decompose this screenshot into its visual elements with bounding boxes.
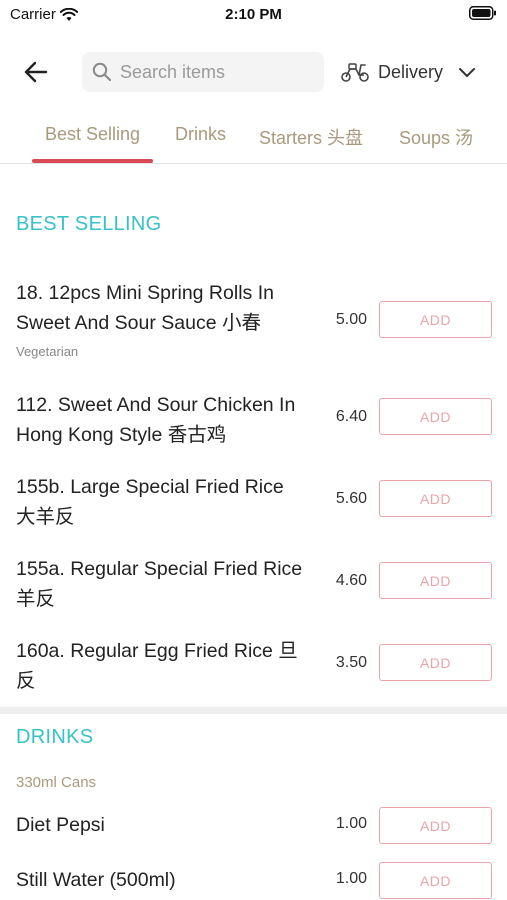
- delivery-selector[interactable]: Delivery: [340, 54, 477, 90]
- header: Delivery: [0, 44, 507, 100]
- add-button[interactable]: ADD: [379, 644, 492, 681]
- item-name: 18. 12pcs Mini Spring Rolls In Sweet And…: [16, 282, 274, 334]
- status-bar: Carrier 2:10 PM: [0, 0, 507, 30]
- section-title-drinks: DRINKS: [16, 726, 94, 748]
- subcategory-heading: 330ml Cans: [16, 774, 97, 791]
- item-name: Still Water (500ml): [16, 869, 176, 891]
- item-name: 160a. Regular Egg Fried Rice 旦反: [16, 640, 298, 692]
- item-price: 4.60: [335, 572, 367, 589]
- add-button[interactable]: ADD: [379, 807, 492, 844]
- battery-icon: [469, 6, 496, 20]
- item-name: 155b. Large Special Fried Rice 大羊反: [16, 476, 284, 528]
- item-price: 6.40: [335, 408, 367, 425]
- item-price: 5.00: [335, 311, 367, 328]
- add-button[interactable]: ADD: [379, 301, 492, 338]
- active-tab-indicator: [32, 159, 153, 163]
- tab-best-selling[interactable]: Best Selling: [45, 124, 140, 145]
- status-time: 2:10 PM: [225, 6, 282, 23]
- search-input[interactable]: [120, 61, 310, 83]
- item-name: 112. Sweet And Sour Chicken In Hong Kong…: [16, 394, 296, 446]
- item-price: 5.60: [335, 490, 367, 507]
- item-name: 155a. Regular Special Fried Rice 羊反: [16, 558, 303, 610]
- scooter-icon: [341, 63, 369, 82]
- item-name: Diet Pepsi: [16, 814, 105, 836]
- item-tag: Vegetarian: [16, 344, 79, 359]
- item-price: 1.00: [335, 815, 367, 832]
- section-title-best-selling: BEST SELLING: [16, 213, 162, 235]
- add-button[interactable]: ADD: [379, 398, 492, 435]
- search-box[interactable]: [82, 52, 324, 92]
- tab-drinks[interactable]: Drinks: [175, 124, 226, 145]
- item-price: 3.50: [335, 654, 367, 671]
- tab-starters[interactable]: Starters 头盘: [259, 124, 363, 150]
- add-button[interactable]: ADD: [379, 862, 492, 899]
- item-price: 1.00: [335, 870, 367, 887]
- chevron-down-icon: [459, 68, 476, 77]
- category-tabs: Best Selling Drinks Starters 头盘 Soups 汤: [0, 112, 507, 164]
- delivery-label: Delivery: [378, 61, 444, 82]
- section-divider: [0, 707, 507, 714]
- back-arrow-icon: [24, 61, 48, 83]
- add-button[interactable]: ADD: [379, 480, 492, 517]
- add-button[interactable]: ADD: [379, 562, 492, 599]
- back-button[interactable]: [18, 56, 54, 88]
- search-icon: [92, 62, 112, 82]
- tab-soups[interactable]: Soups 汤: [399, 124, 473, 150]
